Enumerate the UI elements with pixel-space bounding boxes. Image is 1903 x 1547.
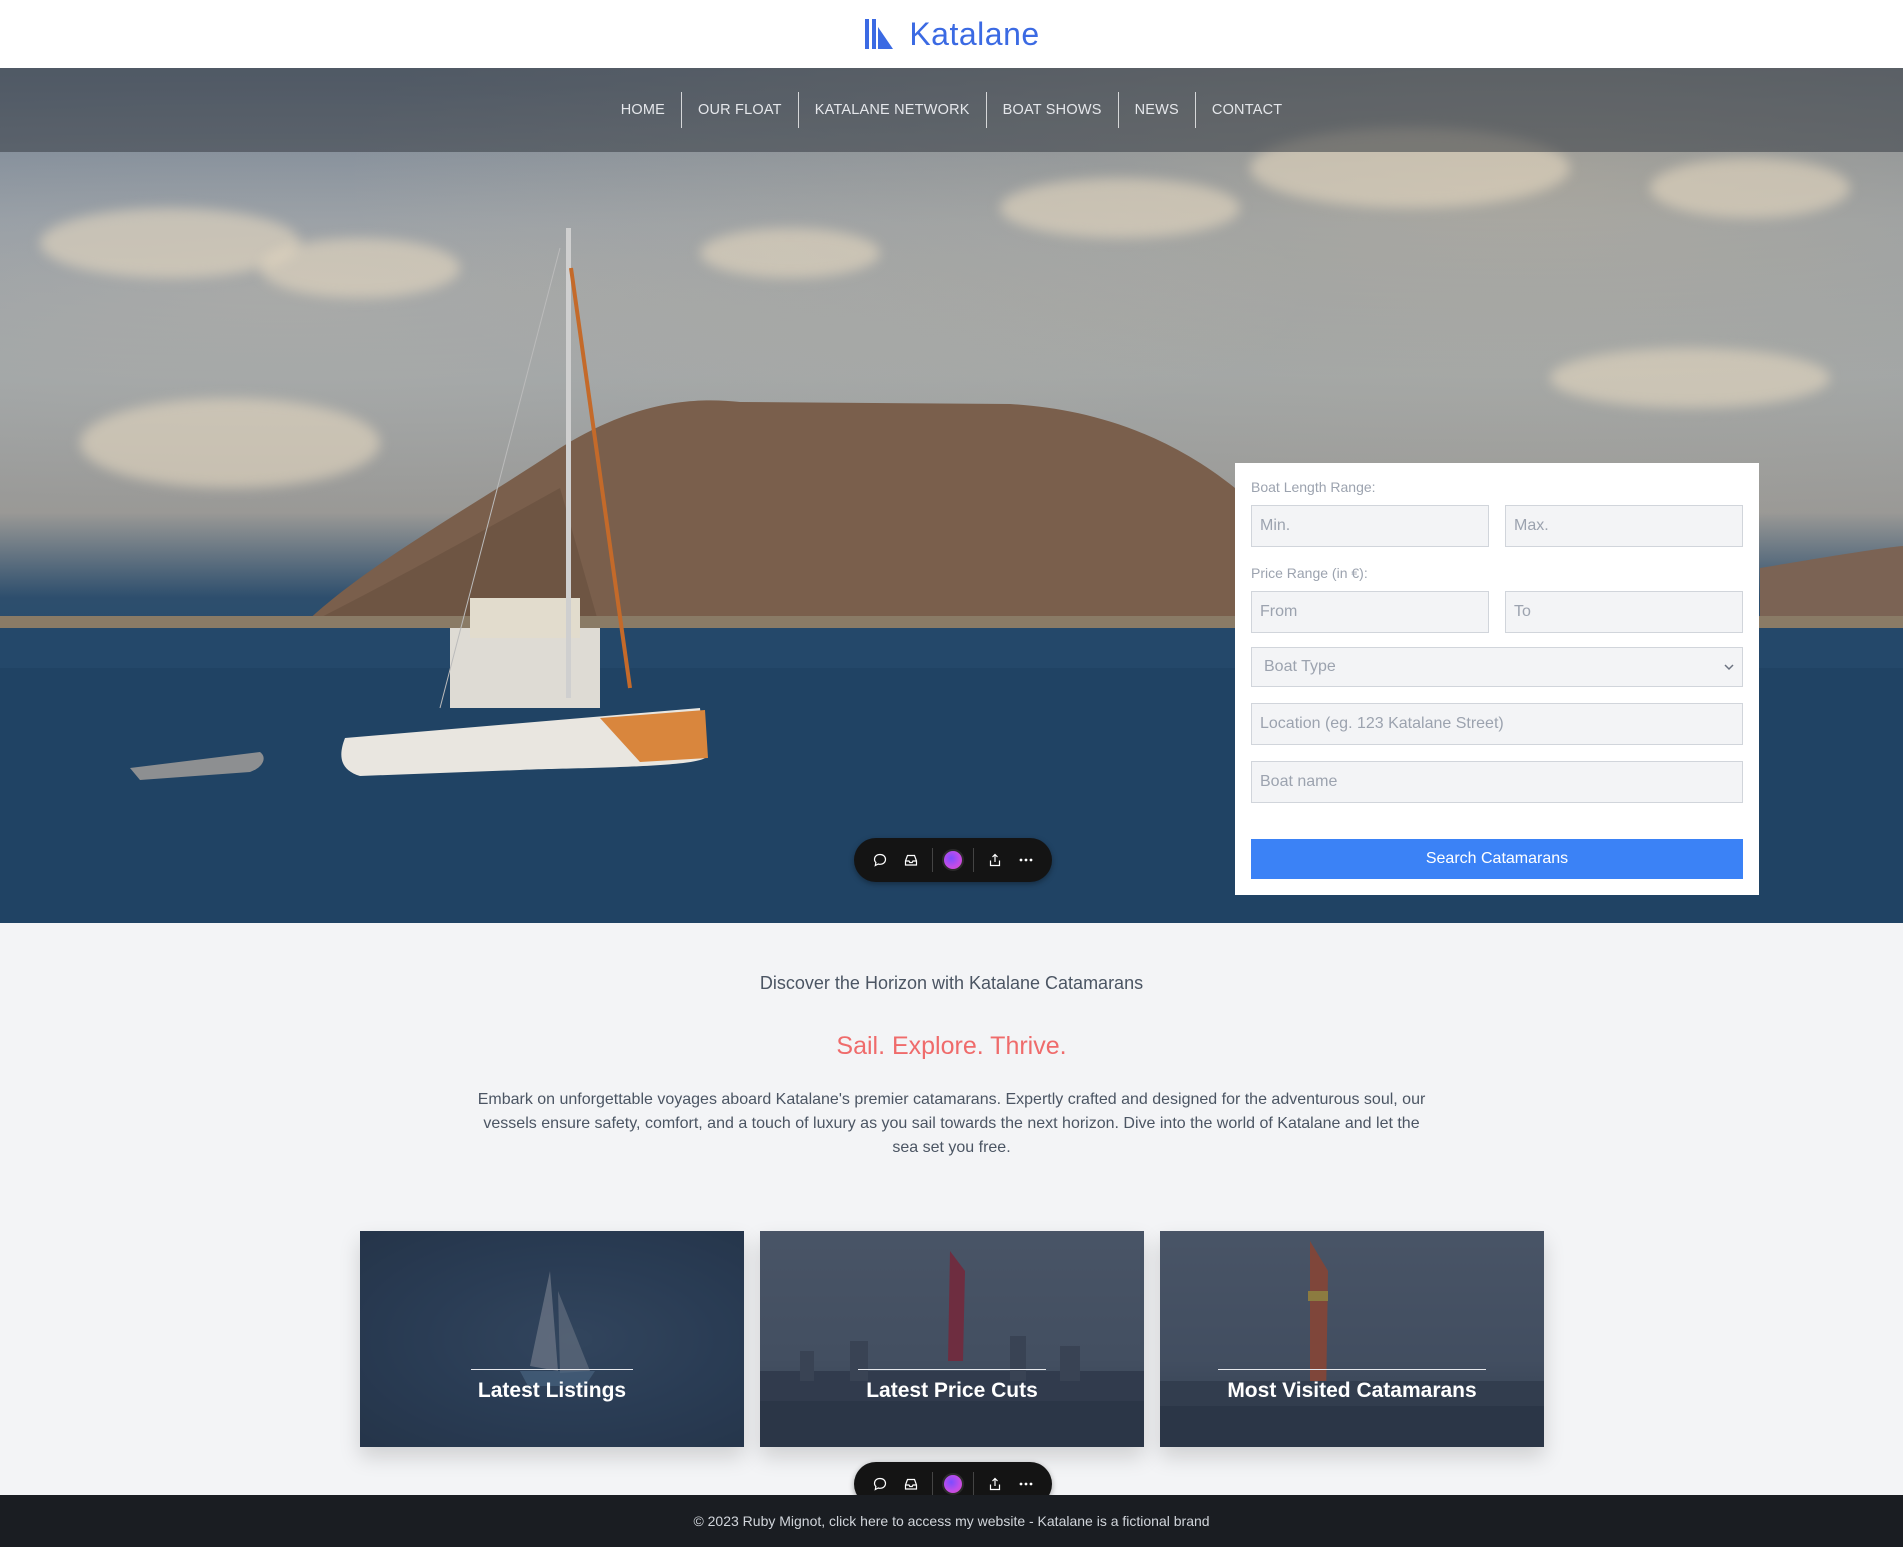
site-footer: © 2023 Ruby Mignot, click here to access… — [0, 1495, 1903, 1547]
nav-boat-shows[interactable]: BOAT SHOWS — [985, 92, 1118, 128]
site-header: Katalane — [0, 0, 1903, 68]
brand-link[interactable]: Katalane — [863, 16, 1039, 53]
share-icon[interactable] — [984, 849, 1006, 871]
comment-icon[interactable] — [869, 1473, 891, 1495]
card-title: Latest Price Cuts — [866, 1379, 1038, 1402]
main-nav: HOME OUR FLOAT KATALANE NETWORK BOAT SHO… — [0, 68, 1903, 152]
card-latest-listings[interactable]: Latest Listings — [360, 1231, 744, 1447]
avatar-orb-icon[interactable] — [941, 849, 964, 871]
card-title: Most Visited Catamarans — [1227, 1379, 1477, 1402]
nav-our-float[interactable]: OUR FLOAT — [681, 92, 798, 128]
boat-type-select[interactable]: Boat Type — [1251, 647, 1743, 687]
intro-headline: Sail. Explore. Thrive. — [836, 1032, 1067, 1060]
inbox-icon[interactable] — [900, 849, 922, 871]
card-overlay — [1160, 1231, 1544, 1447]
comment-icon[interactable] — [869, 849, 891, 871]
intro-paragraph: Embark on unforgettable voyages aboard K… — [477, 1091, 1426, 1156]
katalane-logo-icon — [865, 19, 894, 49]
nav-news[interactable]: NEWS — [1117, 92, 1195, 128]
footer-credit-link[interactable]: © 2023 Ruby Mignot, click here to access… — [693, 1513, 1209, 1529]
card-title: Latest Listings — [477, 1379, 627, 1402]
length-max-input[interactable]: Max. — [1505, 505, 1743, 547]
more-icon[interactable] — [1015, 849, 1037, 871]
card-latest-price-cuts[interactable]: Latest Price Cuts — [760, 1231, 1144, 1447]
floating-toolbar — [854, 838, 1052, 882]
length-range-row: Min. Max. — [1251, 505, 1743, 547]
nav-contact[interactable]: CONTACT — [1194, 92, 1298, 128]
more-icon[interactable] — [1015, 1473, 1037, 1495]
boat-name-input[interactable]: Boat name — [1251, 761, 1743, 803]
intro-subtitle: Discover the Horizon with Katalane Catam… — [759, 973, 1144, 993]
toolbar-divider — [931, 1472, 933, 1496]
toolbar-divider — [973, 1472, 975, 1496]
card-divider — [471, 1369, 633, 1370]
share-icon[interactable] — [984, 1473, 1006, 1495]
price-from-input[interactable]: From — [1251, 591, 1489, 633]
boat-type-value: Boat Type — [1264, 658, 1336, 675]
location-input[interactable]: Location (eg. 123 Katalane Street) — [1251, 703, 1743, 745]
nav-home[interactable]: HOME — [605, 92, 681, 128]
search-catamarans-button[interactable]: Search Catamarans — [1251, 839, 1743, 879]
toolbar-divider — [931, 848, 933, 872]
price-range-row: From To — [1251, 591, 1743, 633]
inbox-icon[interactable] — [900, 1473, 922, 1495]
card-overlay — [760, 1231, 1144, 1447]
search-form: Boat Length Range: Min. Max. Price Range… — [1235, 463, 1759, 895]
length-range-label: Boat Length Range: — [1251, 479, 1376, 495]
toolbar-divider — [973, 848, 975, 872]
nav-katalane-network[interactable]: KATALANE NETWORK — [797, 92, 986, 128]
avatar-orb-icon[interactable] — [941, 1473, 964, 1495]
card-divider — [858, 1369, 1046, 1370]
length-min-input[interactable]: Min. — [1251, 505, 1489, 547]
price-range-label: Price Range (in €): — [1251, 565, 1368, 581]
brand-name: Katalane — [909, 15, 1040, 52]
card-divider — [1218, 1369, 1486, 1370]
price-to-input[interactable]: To — [1505, 591, 1743, 633]
card-most-visited[interactable]: Most Visited Catamarans — [1160, 1231, 1544, 1447]
card-overlay — [360, 1231, 744, 1447]
hero-banner: HOME OUR FLOAT KATALANE NETWORK BOAT SHO… — [0, 68, 1903, 923]
chevron-down-icon — [1724, 664, 1734, 671]
